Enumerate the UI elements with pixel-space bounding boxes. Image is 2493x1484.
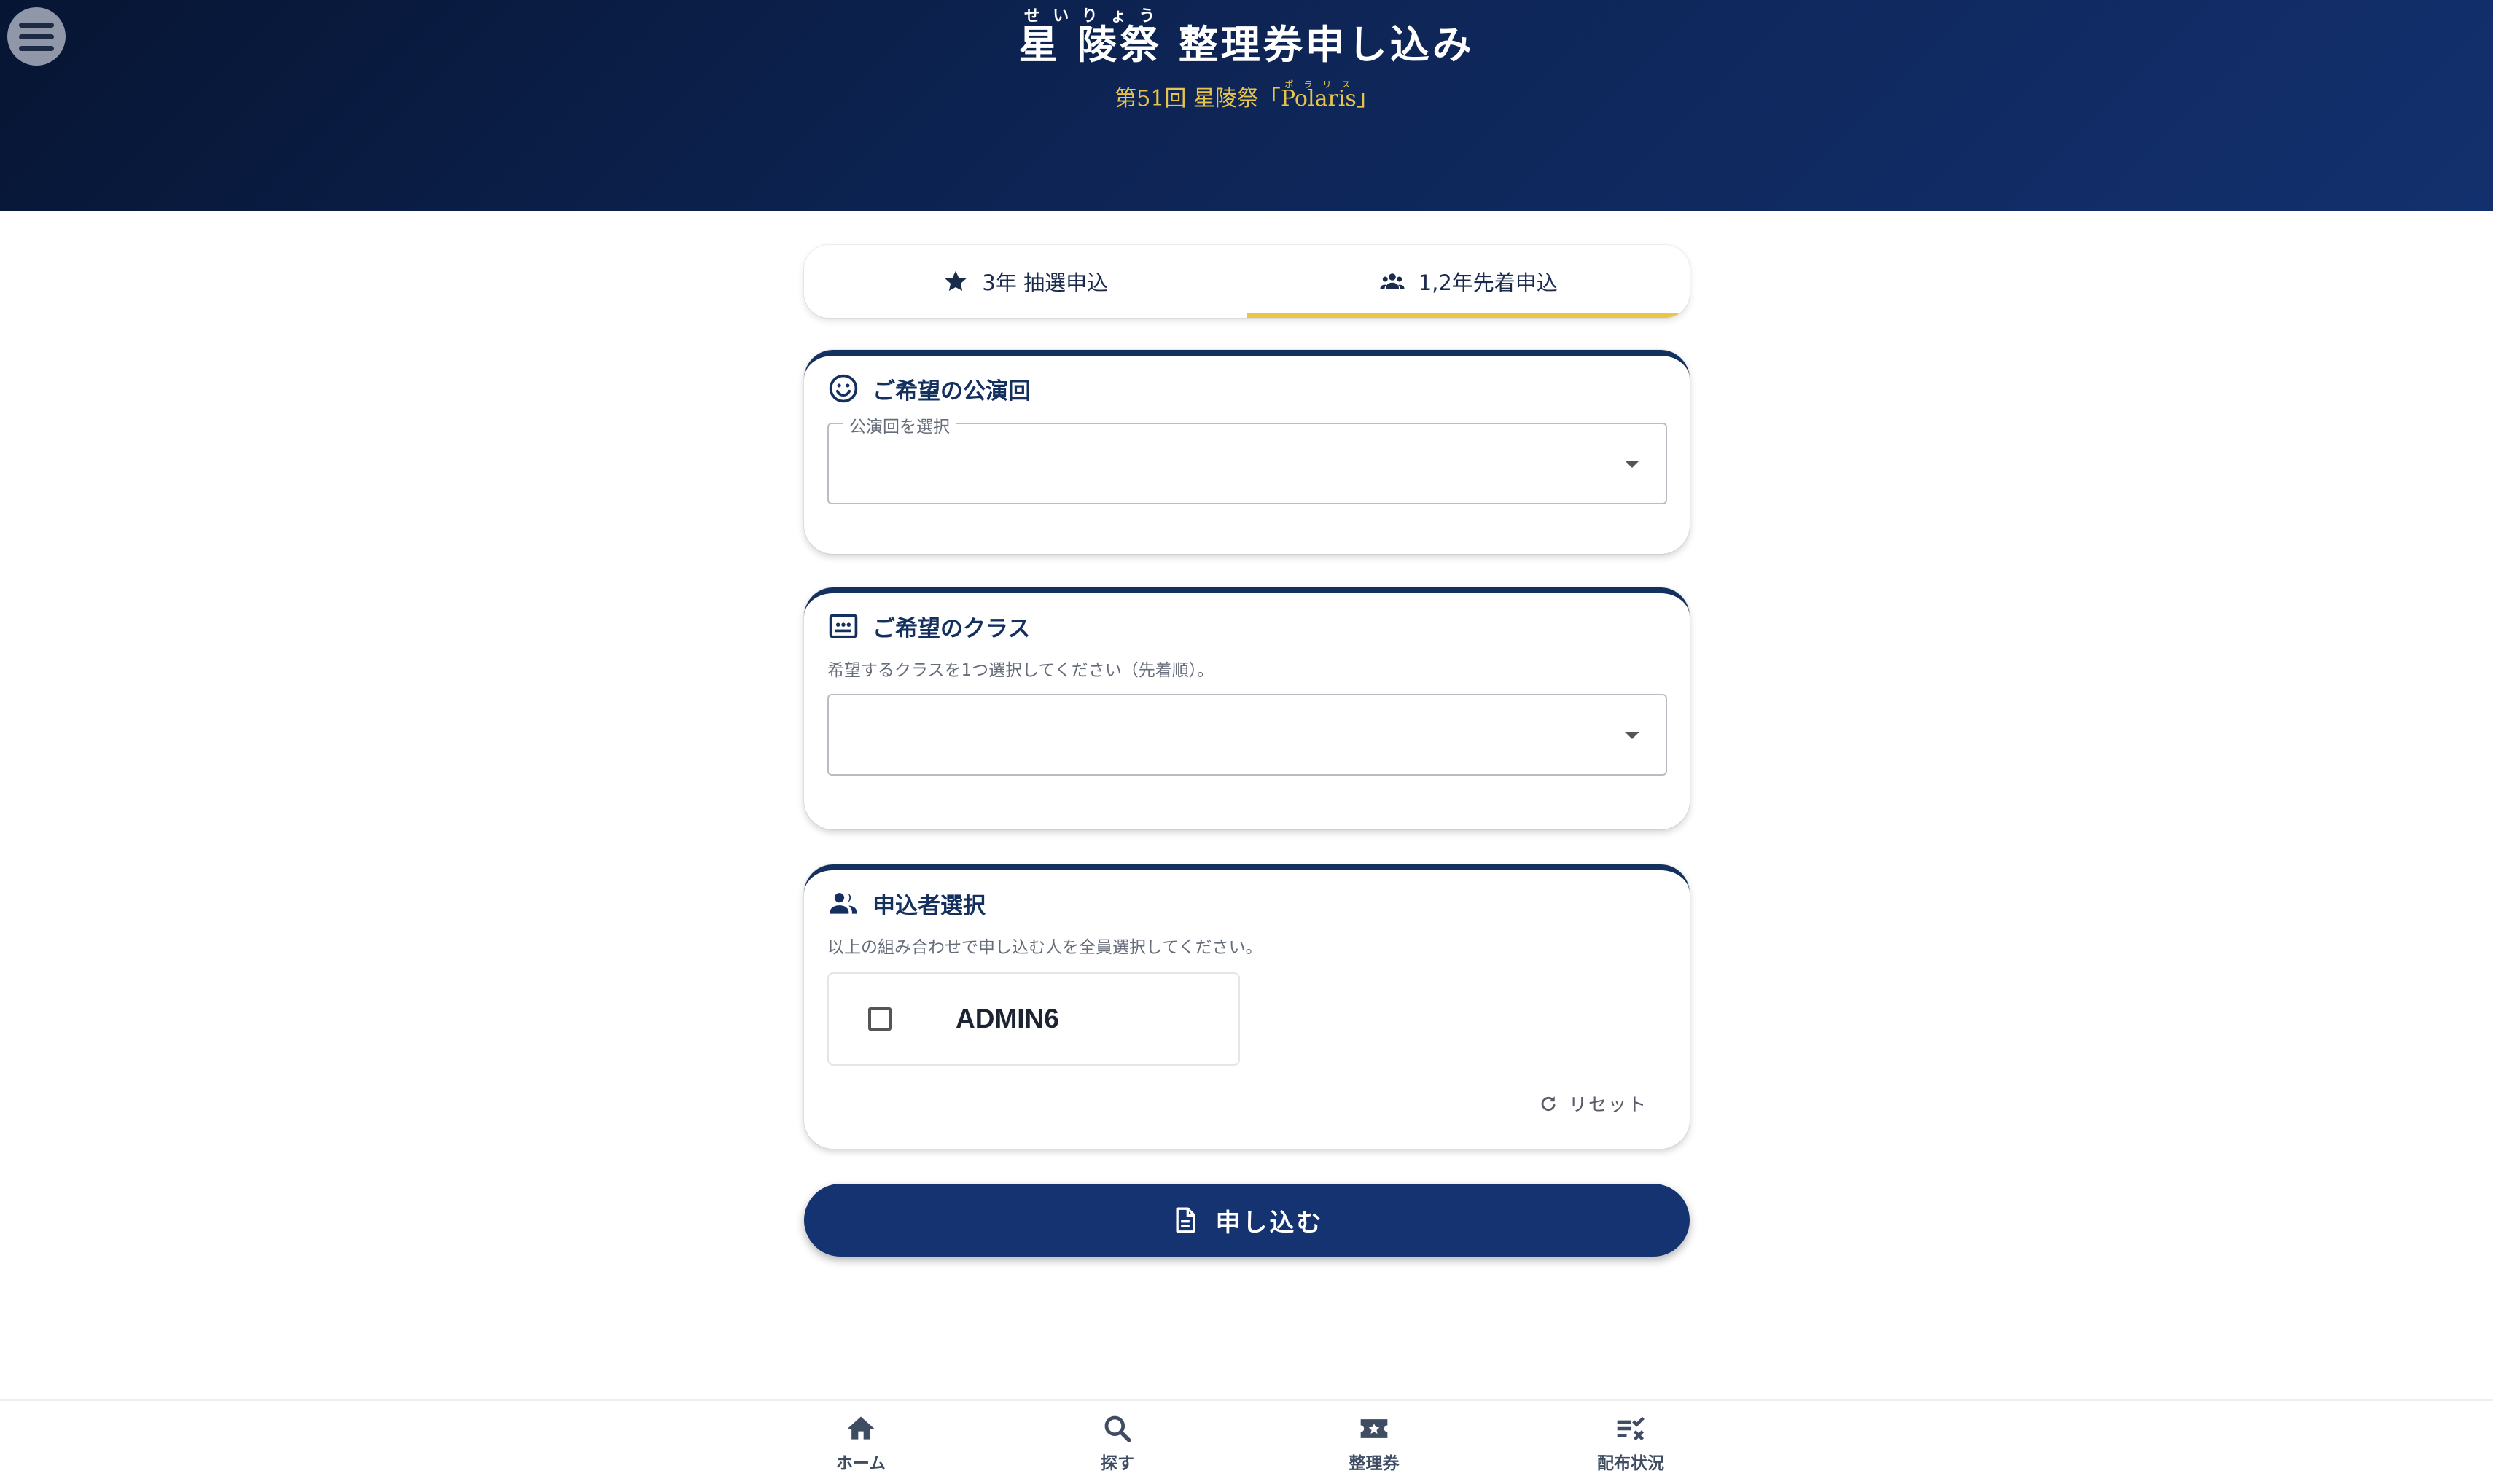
home-icon bbox=[847, 1416, 875, 1440]
submit-button[interactable]: 申し込む bbox=[804, 1184, 1690, 1257]
class-helper-text: 希望するクラスを1つ選択してください（先着順）。 bbox=[827, 661, 1214, 680]
applicant-name: ADMIN6 bbox=[956, 1004, 1059, 1034]
applicant-helper-text: 以上の組み合わせで申し込む人を全員選択してください。 bbox=[827, 938, 1263, 957]
chevron-down-icon bbox=[1625, 461, 1639, 468]
title-furigana: せいりょう bbox=[1018, 7, 1162, 26]
performance-card-title: ご希望の公演回 bbox=[873, 378, 1031, 405]
subtitle-suffix: 」 bbox=[1356, 86, 1378, 112]
submit-label: 申し込む bbox=[1215, 1208, 1324, 1238]
tab-first-come-1st-2nd-year[interactable]: 1,2年先着申込 bbox=[1246, 245, 1690, 318]
reset-label: リセット bbox=[1568, 1094, 1647, 1115]
nav-item-tickets[interactable]: 整理券 bbox=[1308, 1413, 1440, 1474]
subtitle-name: Polaris bbox=[1280, 86, 1357, 112]
group-icon bbox=[1380, 273, 1405, 289]
title-part2: 整理券申し込み bbox=[1162, 22, 1475, 68]
star-icon bbox=[945, 270, 967, 292]
bottom-navigation: ホーム 探す 整理券 配布状況 bbox=[0, 1399, 2493, 1484]
class-card-title: ご希望のクラス bbox=[873, 615, 1031, 642]
document-icon bbox=[1176, 1207, 1195, 1233]
title-part1: 星 陵祭 bbox=[1018, 22, 1162, 68]
smiley-icon bbox=[829, 374, 858, 403]
nav-label: ホーム bbox=[835, 1454, 886, 1473]
performance-select[interactable]: 公演回を選択 bbox=[827, 413, 1667, 504]
applicant-card-title: 申込者選択 bbox=[873, 892, 986, 919]
application-tabs: 3年 抽選申込 1,2年先着申込 bbox=[804, 245, 1690, 318]
applicant-option[interactable]: ADMIN6 bbox=[827, 972, 1240, 1066]
tab-label: 3年 抽選申込 bbox=[982, 270, 1109, 295]
tab-lottery-3rd-year[interactable]: 3年 抽選申込 bbox=[804, 245, 1247, 318]
subtitle-prefix: 第51回 星陵祭「 bbox=[1115, 86, 1281, 112]
applicant-checkbox[interactable] bbox=[868, 1007, 892, 1031]
nav-item-search[interactable]: 探す bbox=[1052, 1413, 1183, 1474]
performance-card: ご希望の公演回 公演回を選択 bbox=[804, 350, 1690, 554]
class-board-icon bbox=[829, 614, 858, 638]
applicant-card-header: 申込者選択 bbox=[827, 885, 1666, 921]
tab-label: 1,2年先着申込 bbox=[1418, 270, 1558, 295]
ticket-icon bbox=[1360, 1419, 1388, 1438]
nav-label: 探す bbox=[1101, 1454, 1134, 1473]
search-icon bbox=[1104, 1415, 1131, 1442]
subtitle-name-ruby: Polarisポラリス bbox=[1280, 79, 1357, 112]
chevron-down-icon bbox=[1625, 732, 1639, 739]
performance-card-header: ご希望の公演回 bbox=[827, 370, 1666, 407]
class-card-header: ご希望のクラス bbox=[827, 608, 1666, 644]
page-title: 星 陵祭せいりょう 整理券申し込み bbox=[1018, 7, 1475, 71]
page: 星 陵祭せいりょう 整理券申し込み 第51回 星陵祭「Polarisポラリス」 … bbox=[0, 0, 2493, 1484]
checklist-icon bbox=[1617, 1416, 1645, 1441]
festival-subtitle: 第51回 星陵祭「Polarisポラリス」 bbox=[1115, 79, 1378, 112]
title-main-ruby: 星 陵祭せいりょう bbox=[1018, 7, 1162, 68]
performance-select-label: 公演回を選択 bbox=[843, 413, 956, 437]
nav-item-distribution-status[interactable]: 配布状況 bbox=[1565, 1413, 1696, 1474]
subtitle-furigana: ポラリス bbox=[1280, 79, 1357, 90]
class-select[interactable] bbox=[827, 694, 1667, 776]
class-card: ご希望のクラス 希望するクラスを1つ選択してください（先着順）。 bbox=[804, 587, 1690, 829]
applicant-card: 申込者選択 以上の組み合わせで申し込む人を全員選択してください。 ADMIN6 … bbox=[804, 864, 1690, 1149]
reset-button[interactable]: リセット bbox=[1538, 1090, 1647, 1117]
nav-label: 整理券 bbox=[1349, 1454, 1400, 1473]
nav-label: 配布状況 bbox=[1597, 1454, 1664, 1473]
nav-item-home[interactable]: ホーム bbox=[795, 1413, 926, 1474]
header-title-group: 星 陵祭せいりょう 整理券申し込み 第51回 星陵祭「Polarisポラリス」 bbox=[0, 7, 2493, 112]
header-banner: 星 陵祭せいりょう 整理券申し込み 第51回 星陵祭「Polarisポラリス」 bbox=[0, 0, 2493, 211]
refresh-icon bbox=[1541, 1096, 1556, 1111]
people-icon bbox=[830, 893, 857, 914]
